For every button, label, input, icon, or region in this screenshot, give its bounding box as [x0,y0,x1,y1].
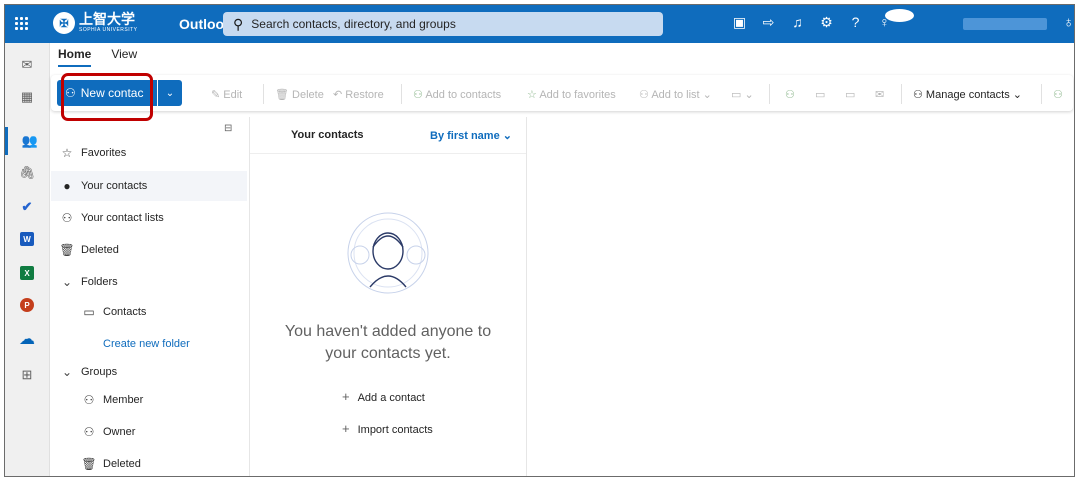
new-contact-highlight [61,73,153,121]
empty-contacts-illustration [347,212,429,294]
folder-contact-lists[interactable]: ⚇ Your contact lists [59,203,255,233]
tab-home[interactable]: Home [58,47,92,67]
search-box[interactable]: ⚲ Search contacts, directory, and groups [223,12,663,36]
logo-en-text: SOPHIA UNIVERSITY [79,27,138,33]
bell-icon[interactable]: ♫ [783,14,812,31]
onedrive-icon[interactable]: ☁ [5,325,49,353]
university-seal-icon: ✠ [53,12,75,34]
mail-icon[interactable]: ✉ [5,51,49,79]
powerpoint-icon[interactable]: P [5,291,49,319]
empty-state-message: You haven't added anyone to your contact… [284,323,492,362]
folder-contacts-icon: ▭ [83,305,95,319]
excel-icon[interactable]: X [5,259,49,287]
user-name-redacted [963,18,1047,30]
restore-button[interactable]: ↶ Restore [333,88,384,101]
calendar-icon[interactable]: ▦ [5,83,49,111]
plus-icon: + [342,421,350,436]
folder-your-contacts[interactable]: ● Your contacts [51,171,247,201]
folder-deleted[interactable]: 🗑 Deleted [59,235,255,265]
manage-contacts-button[interactable]: ⚇ Manage contacts ⌄ [913,88,1022,101]
delete-button[interactable]: 🗑 Delete [275,88,324,101]
people-list-icon: ⚇ [61,211,73,225]
edit-button[interactable]: ✎ Edit [211,88,242,101]
university-logo[interactable]: ✠ 上智大学 SOPHIA UNIVERSITY [53,12,138,34]
chevron-down-icon: ⌄ [165,87,175,99]
add-to-list-button[interactable]: ⚇ Add to list ⌄ [639,88,712,101]
outlook-window: ✠ 上智大学 SOPHIA UNIVERSITY Outlook ⚲ Searc… [4,4,1075,477]
folder-contacts[interactable]: ▭ Contacts [81,297,277,327]
tab-view[interactable]: View [111,47,137,67]
top-bar: ✠ 上智大学 SOPHIA UNIVERSITY Outlook ⚲ Searc… [5,5,1074,43]
add-contact-link[interactable]: + Add a contact [342,389,425,404]
list-title: Your contacts [291,129,364,141]
plus-icon: + [342,389,350,404]
import-contacts-link[interactable]: + Import contacts [342,421,433,436]
more-ribbon-icon[interactable]: ⚇ [1053,88,1063,101]
more-apps-icon[interactable]: ⊞ [5,361,49,389]
contacts-list-pane: Your contacts By first name ⌄ You haven'… [249,117,527,476]
teams-icon[interactable]: ▣ [725,14,754,31]
apps-grid-icon[interactable] [15,17,29,31]
add-to-favorites-button[interactable]: ☆ Add to favorites [527,88,616,101]
new-contact-dropdown[interactable]: ⌄ [158,80,182,106]
export-contact-icon[interactable]: ▭ [845,88,855,101]
help-icon[interactable]: ? [841,14,870,31]
group-member[interactable]: ⚇ Member [81,385,277,415]
folder-action-button[interactable]: ▭ ⌄ [731,88,754,101]
ribbon-tabs: Home View [58,47,137,67]
people-icon[interactable]: 👥 [5,127,52,155]
search-icon: ⚲ [233,15,244,32]
folder-pane: ⊟ ☆ Favorites ● Your contacts ⚇ Your contac… [51,117,247,476]
group-owner-icon: ⚇ [83,425,95,439]
app-rail: ✉ ▦ 👥 🖇 ✔ W X P ☁ ⊞ [5,43,52,476]
avatar-icon[interactable]: ♁ [1063,14,1074,31]
ribbon-toolbar: ⚇ New contac ⌄ ✎ Edit 🗑 Delete ↶ Restore… [51,75,1073,111]
trash-icon: 🗑 [81,457,97,471]
group-owner[interactable]: ⚇ Owner [81,417,277,447]
list-header: Your contacts By first name ⌄ [250,117,526,154]
chevron-down-icon: ⌄ [61,275,73,289]
groups-section[interactable]: ⌄ Groups [59,357,255,387]
star-icon: ☆ [61,146,73,160]
settings-icon[interactable]: ⚙ [812,14,841,31]
group-member-icon: ⚇ [83,393,95,407]
add-to-contacts-button[interactable]: ⚇ Add to contacts [413,88,501,101]
trash-icon: 🗑 [59,243,75,257]
group-add-icon[interactable]: ⚇ [785,88,795,101]
group-deleted[interactable]: 🗑 Deleted [81,449,277,476]
folder-favorites[interactable]: ☆ Favorites [59,138,255,168]
search-placeholder[interactable]: Search contacts, directory, and groups [251,17,456,31]
sort-dropdown[interactable]: By first name ⌄ [430,129,512,142]
folders-section[interactable]: ⌄ Folders [59,267,255,297]
share-icon[interactable]: ⇨ [754,14,783,31]
attachment-icon[interactable]: 🖇 [5,159,49,187]
chevron-down-icon: ⌄ [61,365,73,379]
todo-icon[interactable]: ✔ [5,193,49,221]
share-contact-icon[interactable]: ▭ [815,88,825,101]
word-icon[interactable]: W [5,225,49,253]
email-contact-icon[interactable]: ✉ [875,88,884,101]
notification-badge: 2 [885,8,914,22]
person-icon: ● [63,179,71,193]
lightbulb-icon[interactable]: ♀ 2 [870,8,914,31]
logo-jp-text: 上智大学 [79,12,135,28]
collapse-pane-icon[interactable]: ⊟ [224,123,232,134]
